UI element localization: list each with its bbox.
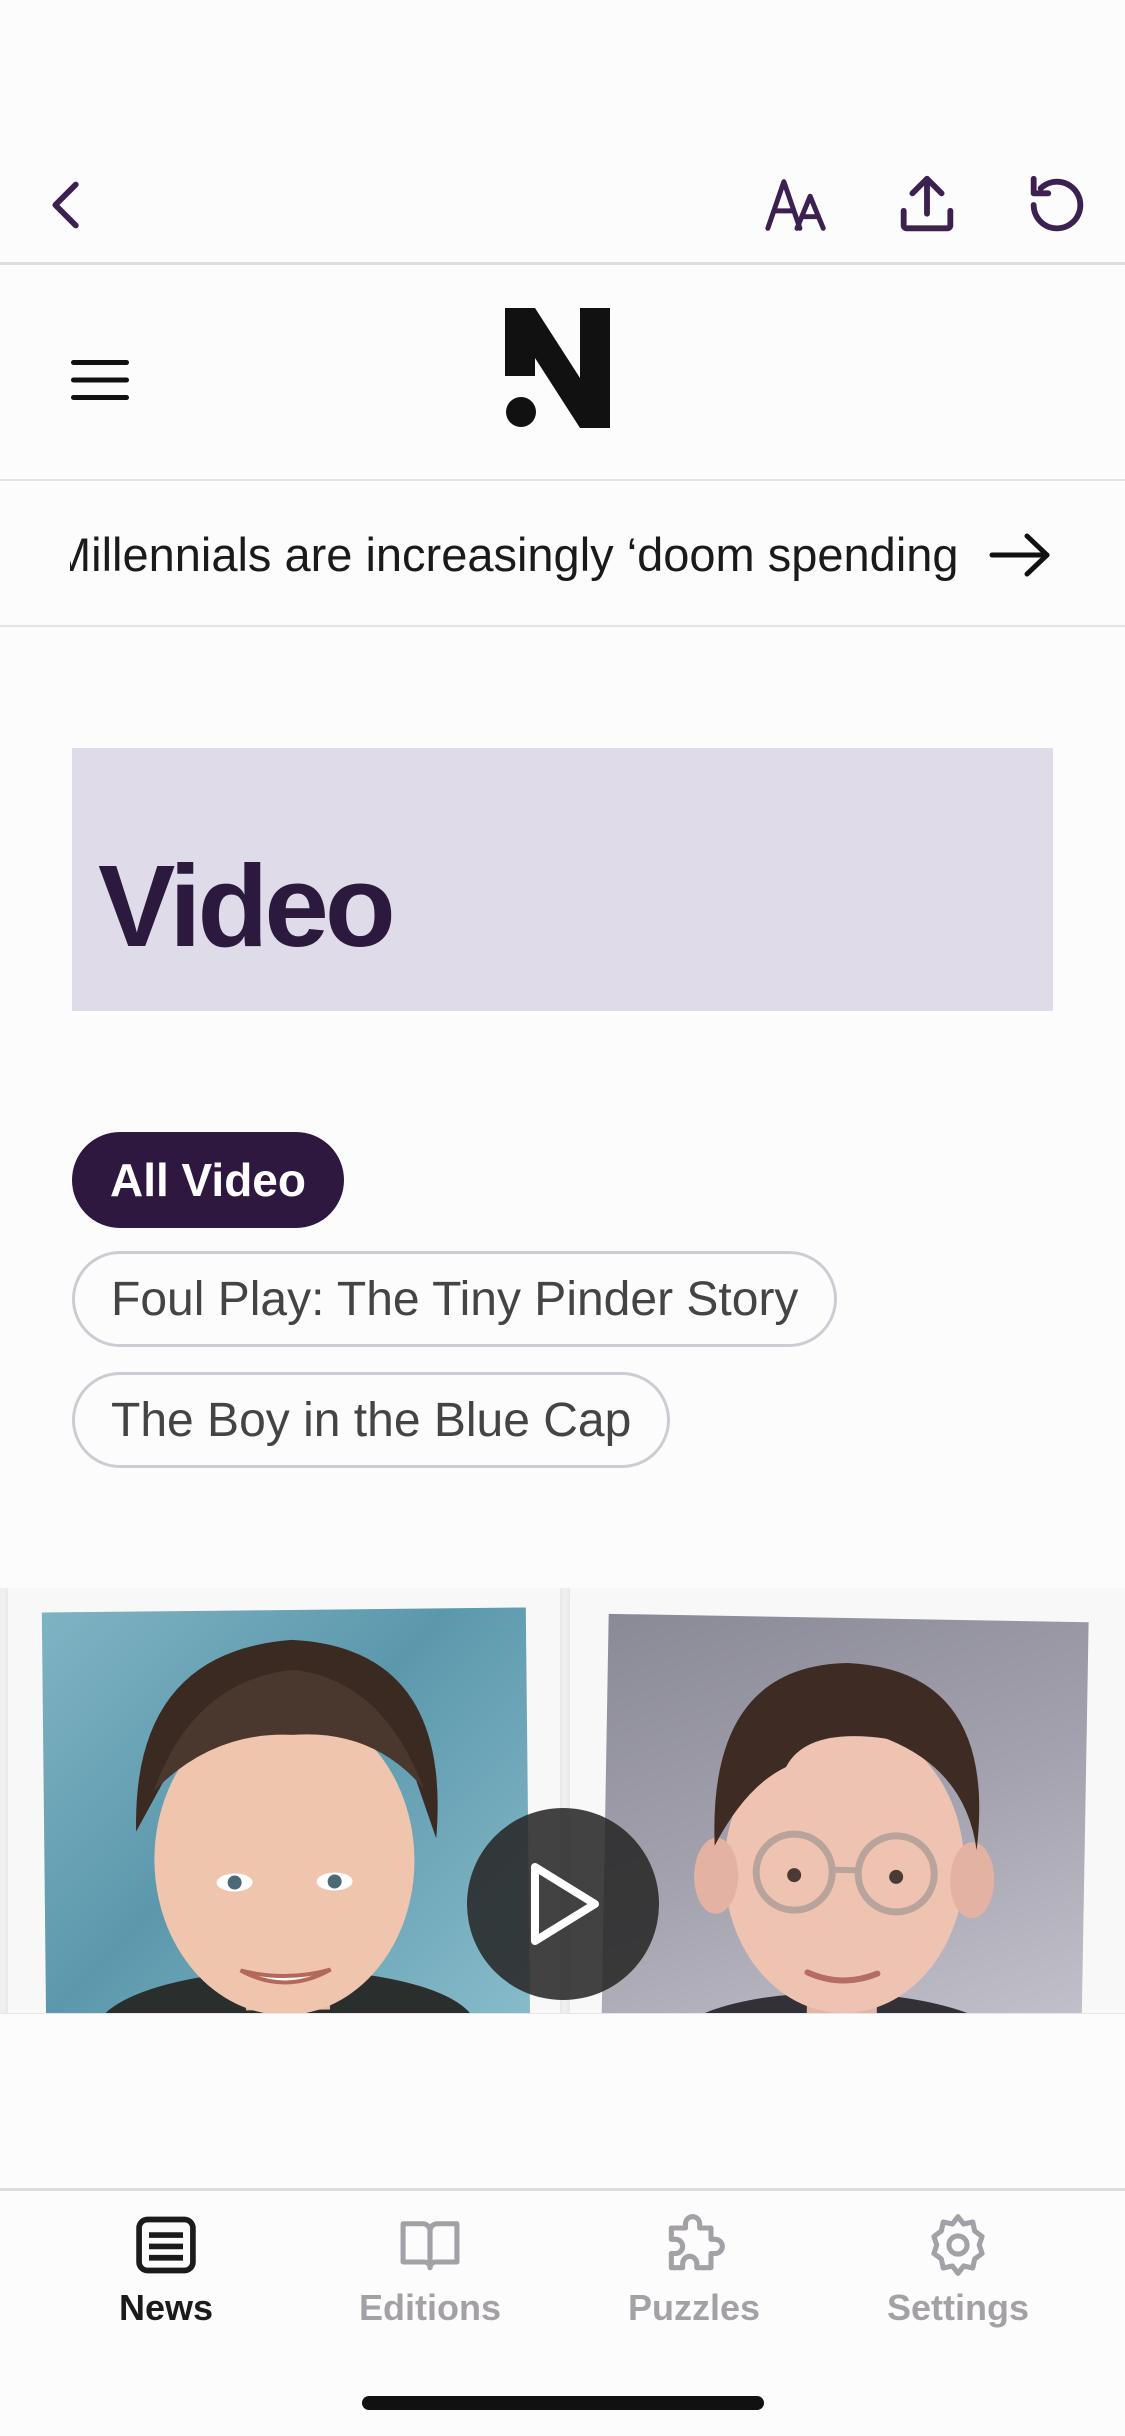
chevron-left-icon[interactable] <box>22 160 112 250</box>
video-card[interactable] <box>0 1588 1125 2013</box>
masthead <box>0 268 1125 481</box>
newspaper-logo[interactable] <box>505 308 630 438</box>
newspaper-icon <box>136 2216 196 2274</box>
filter-chip-all-video[interactable]: All Video <box>72 1132 344 1228</box>
tab-news[interactable]: News <box>66 2211 266 2341</box>
refresh-icon[interactable] <box>1012 160 1102 250</box>
home-indicator <box>362 2396 764 2410</box>
tab-settings-label: Settings <box>886 2287 1029 2328</box>
ticker-headline[interactable]: Millennials are increasingly ‘doom spend… <box>70 483 960 627</box>
school-photo-right <box>570 1588 1125 2013</box>
school-photo-left <box>8 1588 560 2013</box>
gear-icon <box>931 2214 985 2276</box>
tab-puzzles-label: Puzzles <box>627 2287 761 2328</box>
tab-puzzles[interactable]: Puzzles <box>594 2211 794 2341</box>
share-icon[interactable] <box>882 160 972 250</box>
top-toolbar <box>0 140 1125 265</box>
filter-chip-boy-blue-cap[interactable]: The Boy in the Blue Cap <box>72 1372 671 1468</box>
arrow-right-icon[interactable] <box>975 513 1065 597</box>
puzzle-icon <box>668 2214 725 2271</box>
filter-chip-foul-play[interactable]: Foul Play: The Tiny Pinder Story <box>72 1251 838 1347</box>
section-title: Video <box>98 841 396 971</box>
tab-news-label: News <box>118 2287 214 2328</box>
text-size-icon[interactable] <box>752 160 842 250</box>
hamburger-menu-icon[interactable] <box>50 330 150 430</box>
content-spacer <box>0 2013 1125 2188</box>
book-icon <box>400 2221 460 2271</box>
headline-ticker[interactable]: Millennials are increasingly ‘doom spend… <box>0 483 1125 627</box>
tab-editions-label: Editions <box>359 2287 501 2328</box>
tab-settings[interactable]: Settings <box>858 2211 1058 2341</box>
play-icon[interactable] <box>467 1808 659 2000</box>
section-banner: Video <box>72 748 1053 1011</box>
tab-editions[interactable]: Editions <box>330 2211 530 2341</box>
